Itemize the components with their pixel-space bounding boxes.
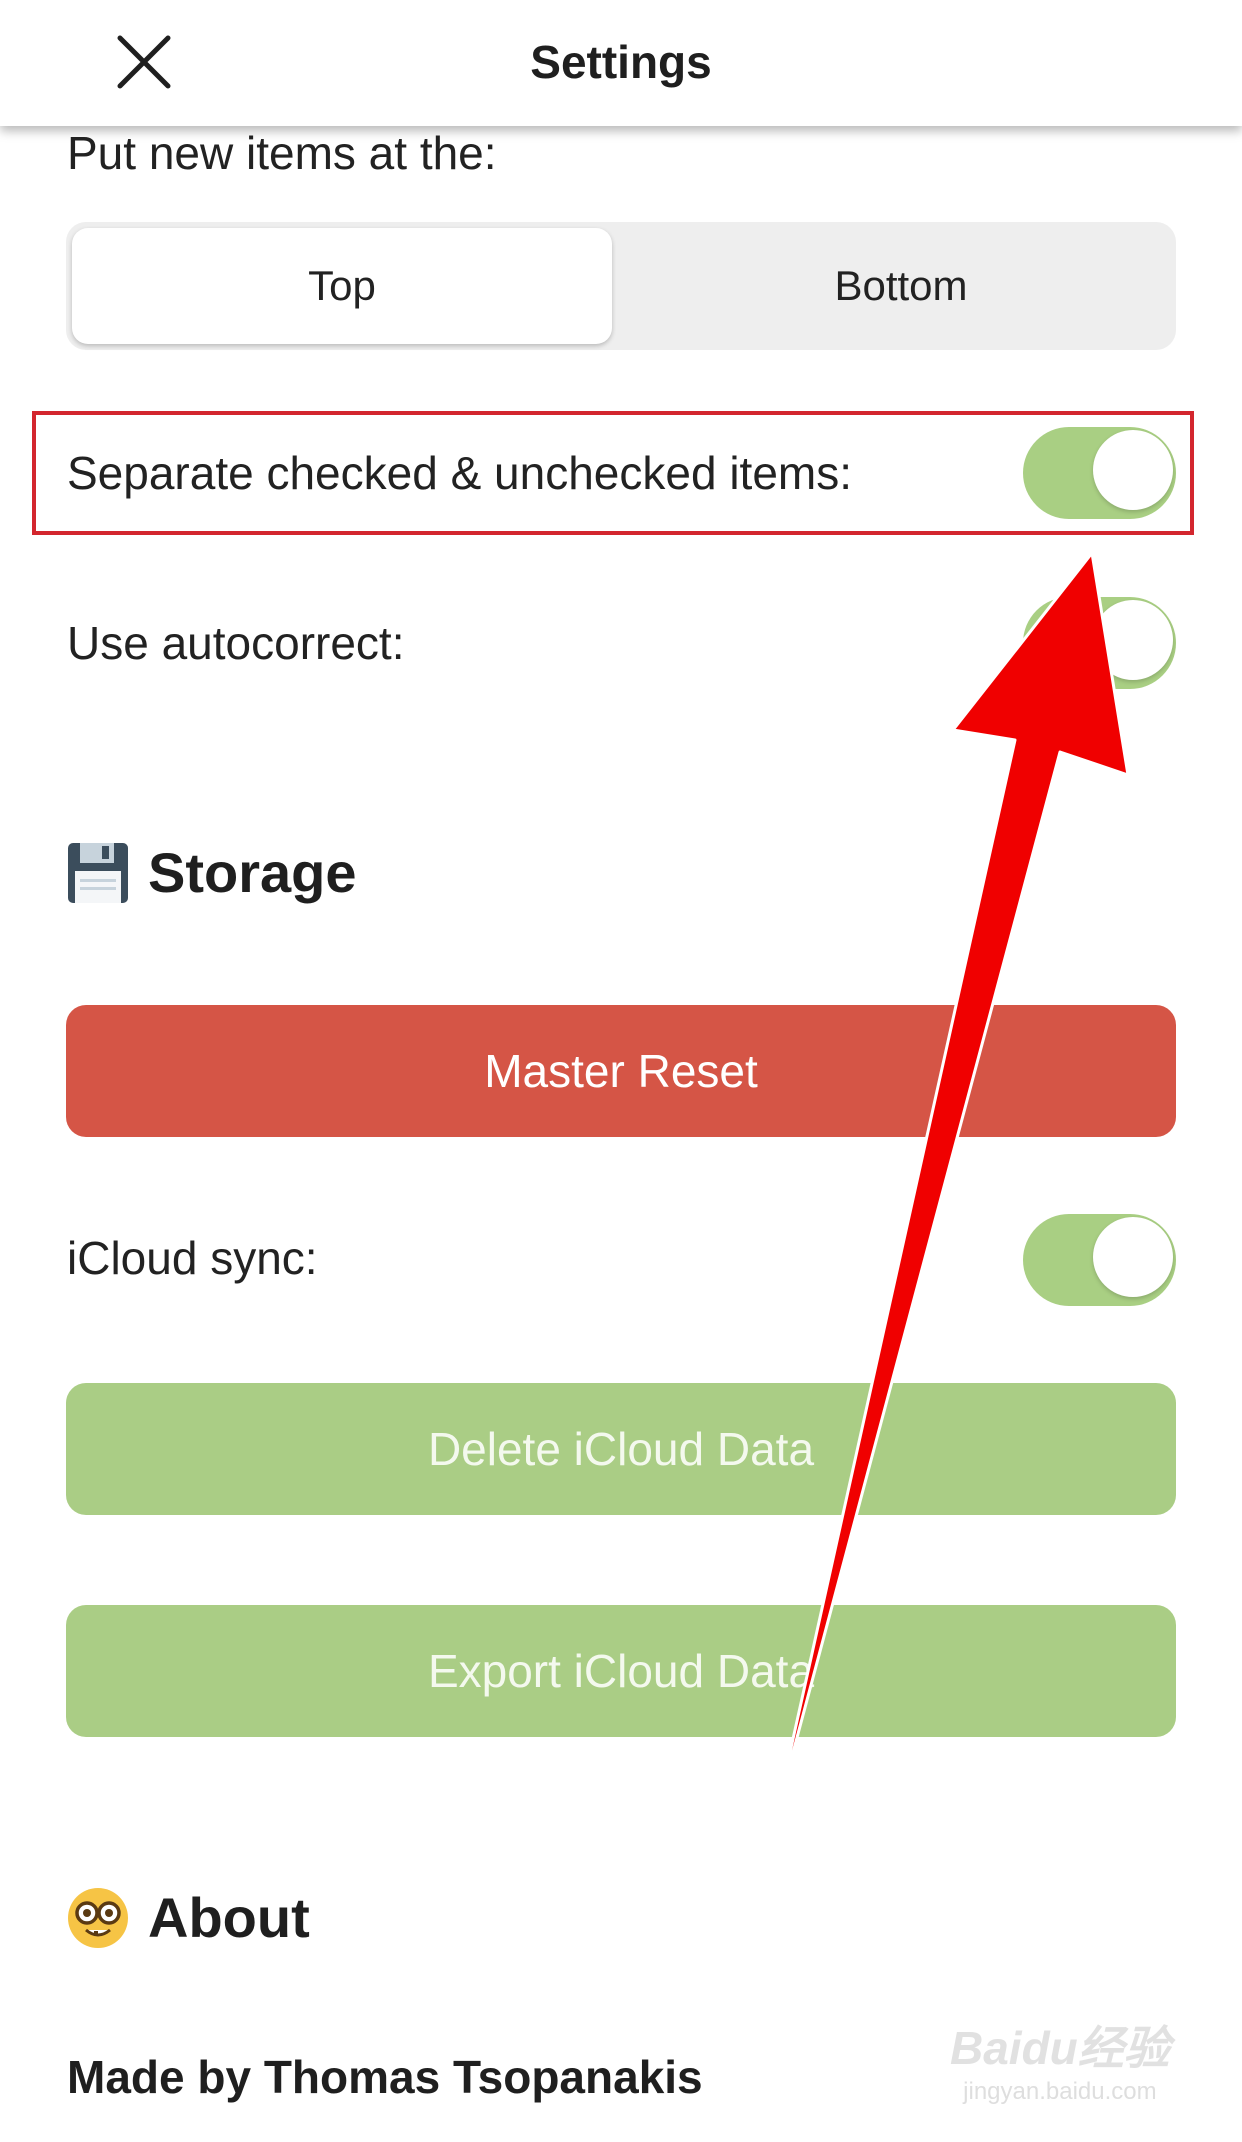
- segment-top[interactable]: Top: [72, 228, 612, 344]
- item-position-segmented-control: Top Bottom: [66, 222, 1176, 350]
- new-items-label: Put new items at the:: [67, 127, 497, 179]
- separate-items-label: Separate checked & unchecked items:: [67, 447, 853, 499]
- nerd-face-icon: [68, 1887, 128, 1948]
- delete-icloud-data-button[interactable]: Delete iCloud Data: [66, 1383, 1176, 1515]
- about-section-title: About: [66, 1885, 310, 1950]
- floppy-disk-icon: [68, 842, 128, 903]
- toggle-knob: [1093, 430, 1173, 510]
- watermark-url: jingyan.baidu.com: [963, 2078, 1157, 2105]
- icloud-sync-label: iCloud sync:: [67, 1232, 318, 1284]
- segment-bottom[interactable]: Bottom: [631, 228, 1171, 344]
- autocorrect-toggle[interactable]: [1023, 597, 1176, 689]
- separate-items-toggle[interactable]: [1023, 427, 1176, 519]
- autocorrect-label: Use autocorrect:: [67, 617, 405, 669]
- storage-section-title: Storage: [66, 840, 357, 905]
- watermark: Baidu经验 jingyan.baidu.com: [950, 2012, 1170, 2106]
- page-title: Settings: [530, 36, 712, 88]
- about-title-text: About: [148, 1886, 310, 1949]
- master-reset-button[interactable]: Master Reset: [66, 1005, 1176, 1137]
- storage-title-text: Storage: [148, 841, 357, 904]
- export-icloud-data-button[interactable]: Export iCloud Data: [66, 1605, 1176, 1737]
- header-bar: Settings: [0, 0, 1242, 126]
- toggle-knob: [1093, 600, 1173, 680]
- made-by-text: Made by Thomas Tsopanakis: [67, 2051, 703, 2103]
- toggle-knob: [1093, 1217, 1173, 1297]
- icloud-sync-toggle[interactable]: [1023, 1214, 1176, 1306]
- watermark-logo: Baidu经验: [950, 2022, 1170, 2074]
